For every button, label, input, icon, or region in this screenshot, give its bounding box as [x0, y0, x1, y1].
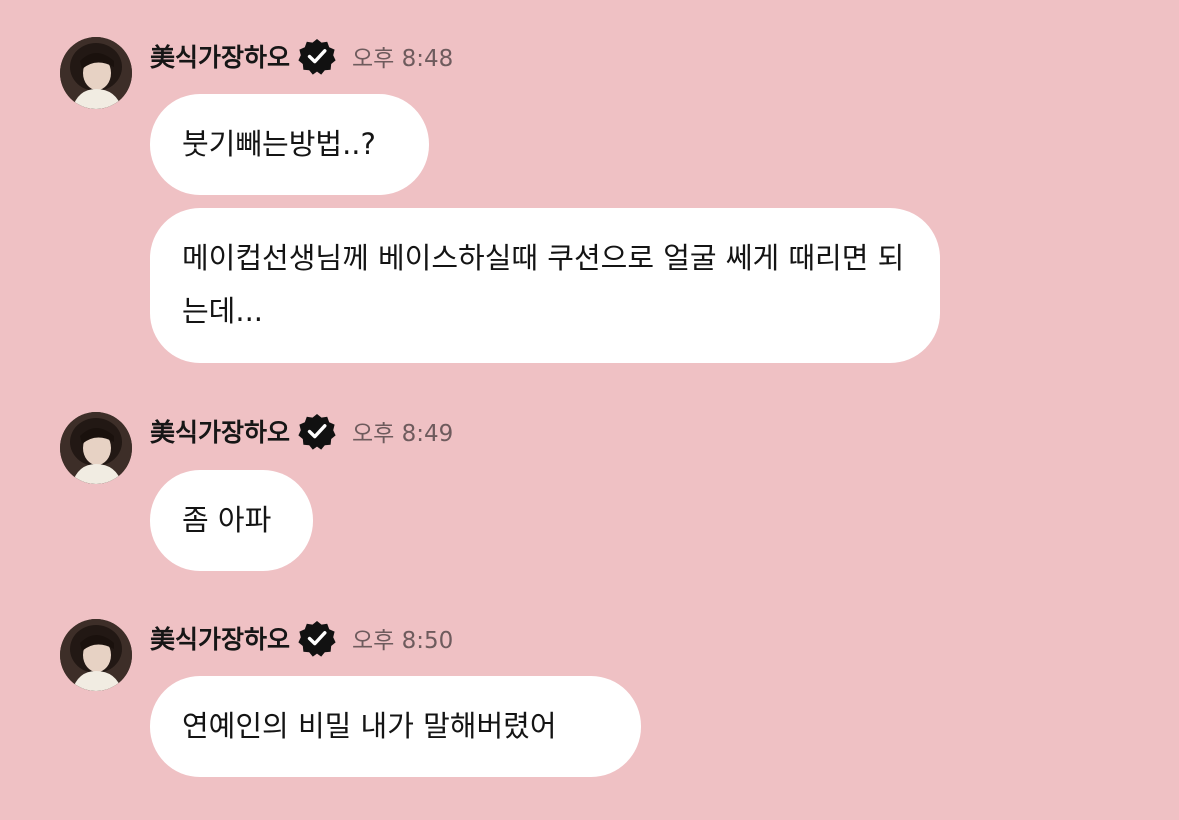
message-text: 붓기빼는방법..? — [182, 127, 376, 161]
message-header: 美식가장하오 오후 8:50 — [150, 618, 453, 658]
message-bubble[interactable]: 연예인의 비밀 내가 말해버렸어 — [150, 676, 641, 777]
avatar-image — [60, 37, 132, 109]
avatar-image — [60, 619, 132, 691]
message-bubble[interactable]: 붓기빼는방법..? — [150, 94, 429, 195]
message-time: 오후 8:50 — [352, 628, 454, 654]
message-text: 연예인의 비밀 내가 말해버렸어 — [182, 709, 557, 743]
message-bubble[interactable]: 좀 아파 — [150, 470, 313, 571]
verified-badge-icon — [298, 412, 336, 450]
message-text: 좀 아파 — [182, 503, 272, 537]
sender-name[interactable]: 美식가장하오 — [150, 38, 290, 74]
message-header: 美식가장하오 오후 8:48 — [150, 36, 453, 76]
verified-badge-icon — [298, 619, 336, 657]
avatar[interactable] — [60, 619, 132, 691]
message-time: 오후 8:48 — [352, 46, 454, 72]
sender-name[interactable]: 美식가장하오 — [150, 413, 290, 449]
message-bubble[interactable]: 메이컵선생님께 베이스하실때 쿠션으로 얼굴 쎄게 때리면 되는데... — [150, 208, 940, 363]
avatar-image — [60, 412, 132, 484]
avatar[interactable] — [60, 412, 132, 484]
message-time: 오후 8:49 — [352, 421, 454, 447]
message-header: 美식가장하오 오후 8:49 — [150, 411, 453, 451]
message-text: 메이컵선생님께 베이스하실때 쿠션으로 얼굴 쎄게 때리면 되는데... — [182, 241, 905, 328]
sender-name[interactable]: 美식가장하오 — [150, 620, 290, 656]
avatar[interactable] — [60, 37, 132, 109]
verified-badge-icon — [298, 37, 336, 75]
